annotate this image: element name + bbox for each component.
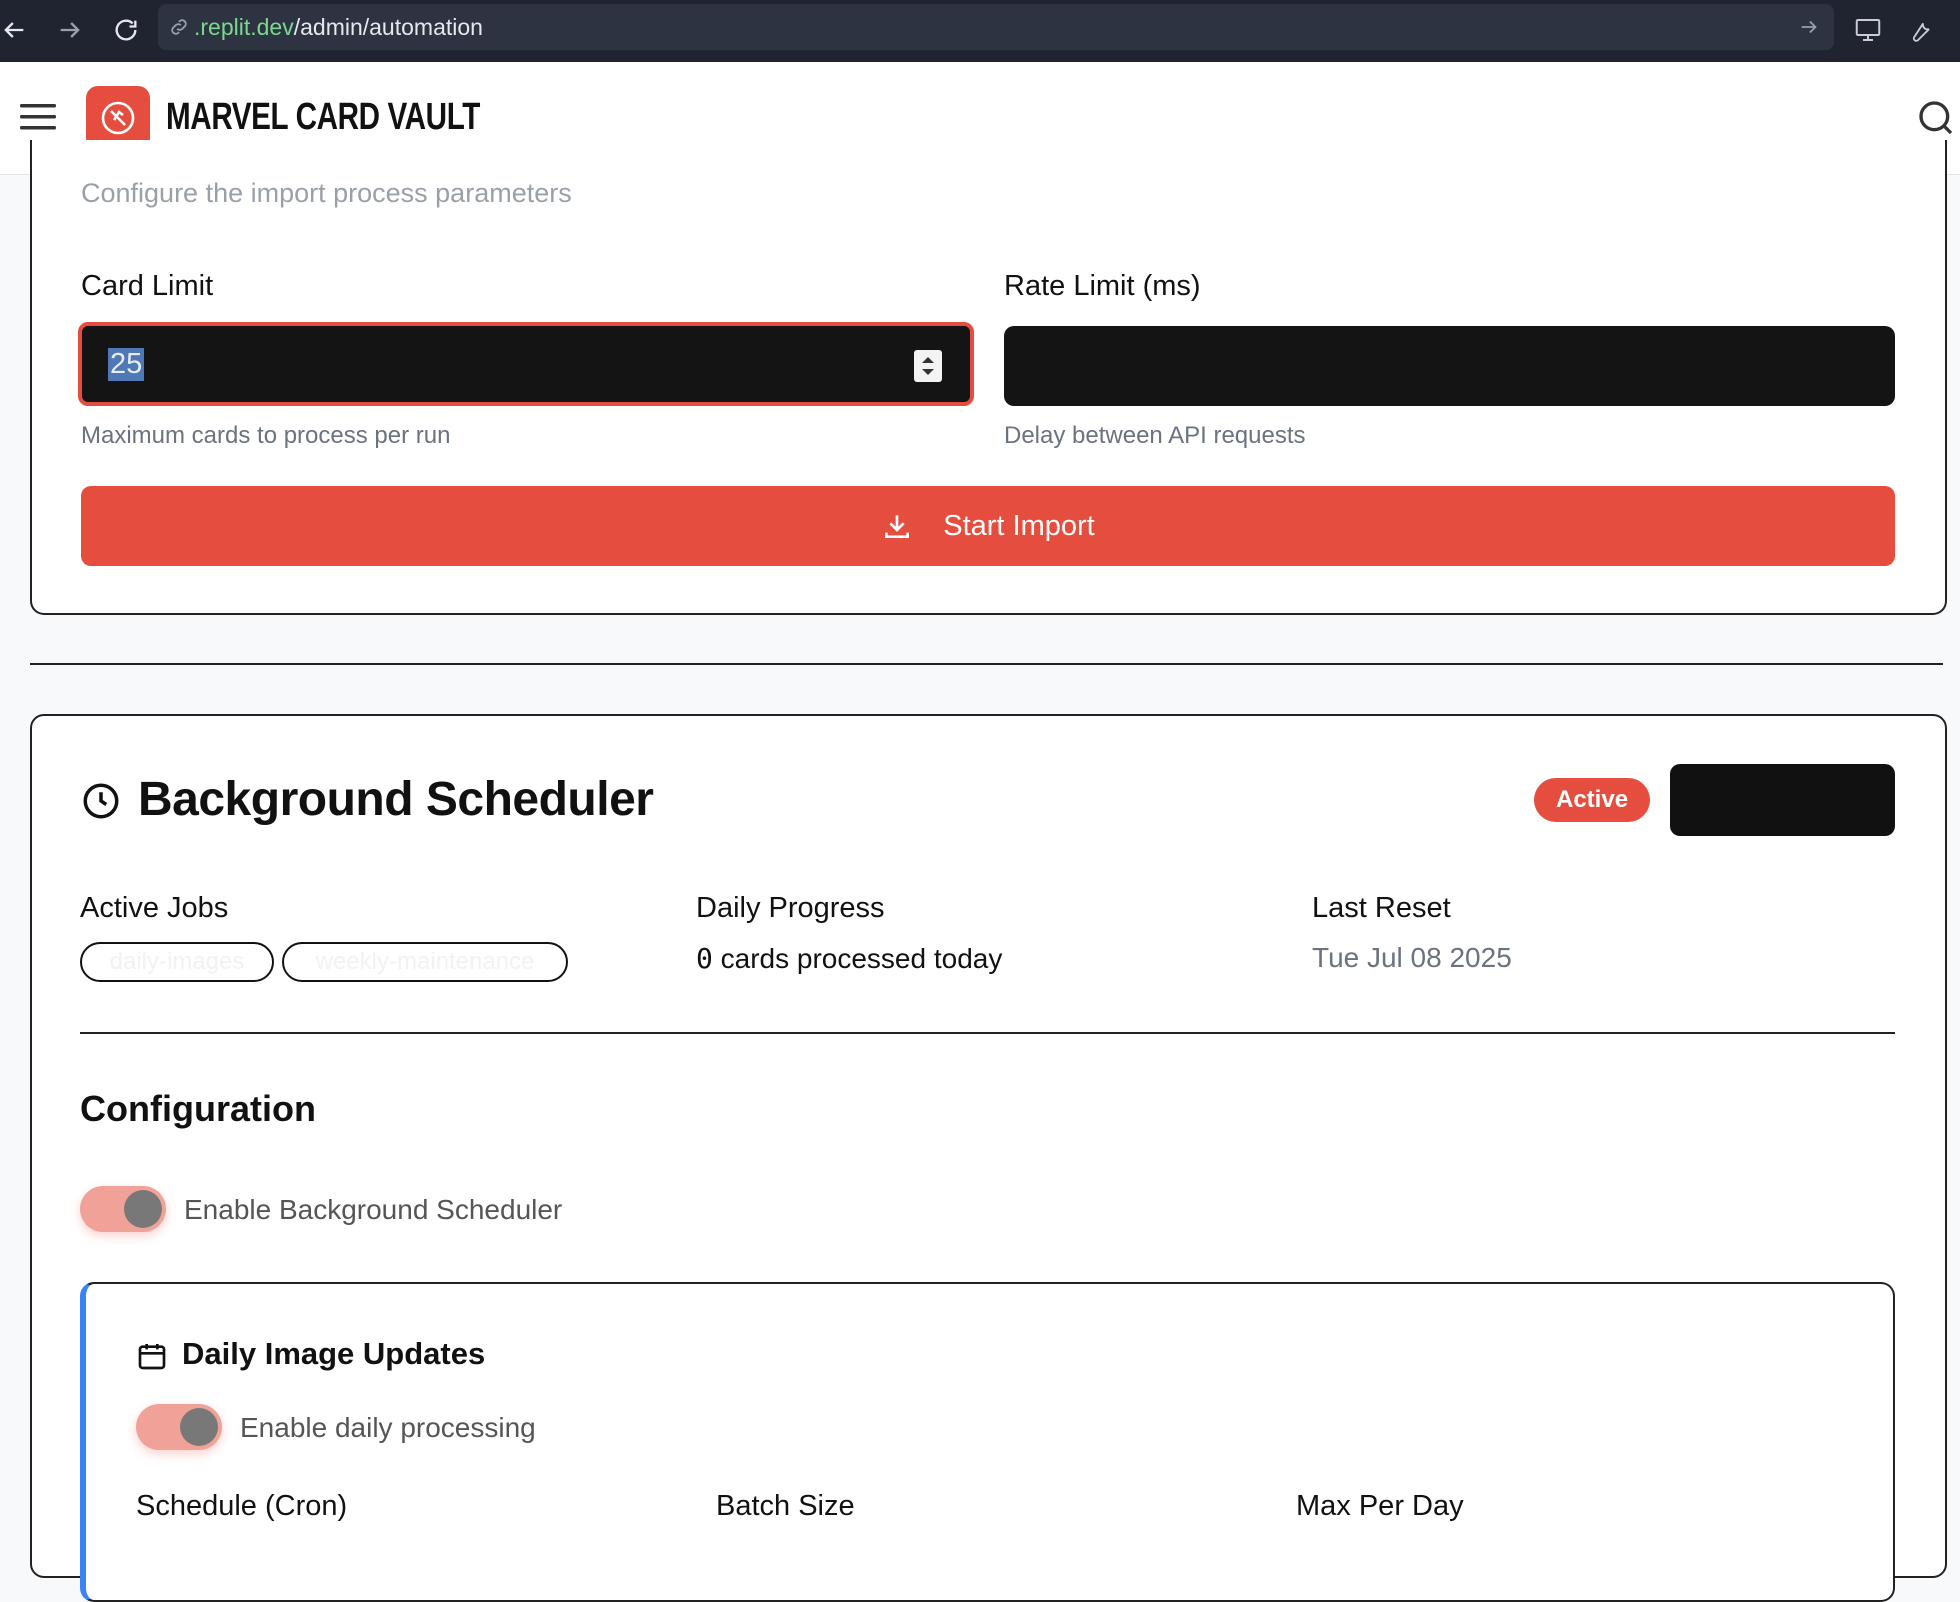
- url-text: .replit.dev/admin/automation: [194, 14, 483, 41]
- last-reset-label: Last Reset: [1312, 892, 1451, 924]
- back-arrow-icon[interactable]: [0, 10, 34, 50]
- card-limit-help: Maximum cards to process per run: [81, 422, 451, 449]
- clock-icon: [80, 780, 122, 827]
- daily-progress-count: 0: [696, 942, 713, 975]
- scheduler-title: Background Scheduler: [138, 773, 654, 826]
- active-jobs-label: Active Jobs: [80, 892, 229, 924]
- daily-progress-text: cards processed today: [720, 943, 1003, 974]
- section-divider: [30, 663, 1943, 665]
- scheduler-action-button[interactable]: [1670, 764, 1895, 836]
- rate-limit-label: Rate Limit (ms): [1004, 270, 1201, 302]
- search-icon[interactable]: [1916, 98, 1956, 143]
- start-import-label: Start Import: [943, 509, 1095, 542]
- toggle-knob: [124, 1190, 162, 1228]
- rate-limit-input[interactable]: [1004, 326, 1895, 406]
- daily-updates-title: Daily Image Updates: [182, 1336, 486, 1371]
- address-bar[interactable]: .replit.dev/admin/automation: [158, 4, 1834, 50]
- number-spinner-icon[interactable]: [914, 350, 942, 382]
- enable-scheduler-toggle[interactable]: [80, 1186, 166, 1232]
- card-limit-input[interactable]: 25: [78, 322, 974, 406]
- card-limit-label: Card Limit: [81, 270, 214, 302]
- card-limit-value: 25: [108, 348, 145, 381]
- enable-daily-label: Enable daily processing: [240, 1412, 536, 1443]
- brand-name[interactable]: Marvel Card Vault: [166, 96, 480, 139]
- url-host: .replit.dev: [194, 13, 294, 40]
- daily-progress-value: 0 cards processed today: [696, 942, 1002, 975]
- enable-scheduler-label: Enable Background Scheduler: [184, 1194, 563, 1225]
- rate-limit-help: Delay between API requests: [1004, 422, 1306, 449]
- status-badge: Active: [1534, 778, 1651, 822]
- batch-size-label: Batch Size: [716, 1490, 855, 1522]
- calendar-icon: [136, 1340, 168, 1377]
- menu-icon[interactable]: [20, 100, 58, 139]
- max-per-day-label: Max Per Day: [1296, 1490, 1464, 1522]
- job-tag-daily-images: daily-images: [80, 942, 274, 982]
- link-icon: [168, 16, 190, 38]
- wrench-icon[interactable]: [1900, 10, 1940, 50]
- toggle-knob: [180, 1408, 218, 1446]
- enable-daily-toggle[interactable]: [136, 1404, 222, 1450]
- job-tag-weekly-maintenance: weekly-maintenance: [282, 942, 568, 982]
- start-import-button[interactable]: Start Import: [81, 486, 1895, 566]
- browser-toolbar: .replit.dev/admin/automation: [0, 0, 1960, 62]
- download-icon: [881, 510, 913, 542]
- url-path: /admin/automation: [293, 13, 483, 40]
- card-subtitle: Configure the import process parameters: [81, 178, 572, 208]
- configuration-heading: Configuration: [80, 1088, 316, 1129]
- daily-image-updates-card: Daily Image Updates Enable daily process…: [80, 1282, 1895, 1602]
- reload-icon[interactable]: [106, 10, 146, 50]
- schedule-cron-label: Schedule (Cron): [136, 1490, 348, 1522]
- last-reset-value: Tue Jul 08 2025: [1312, 942, 1512, 973]
- import-settings-card: Configure the import process parameters …: [30, 140, 1947, 615]
- forward-arrow-icon[interactable]: [50, 10, 90, 50]
- daily-progress-label: Daily Progress: [696, 892, 885, 924]
- devices-icon[interactable]: [1848, 10, 1888, 50]
- stats-divider: [80, 1032, 1895, 1034]
- go-arrow-icon[interactable]: [1798, 16, 1820, 38]
- background-scheduler-card: Background Scheduler Active Active Jobs …: [30, 714, 1947, 1602]
